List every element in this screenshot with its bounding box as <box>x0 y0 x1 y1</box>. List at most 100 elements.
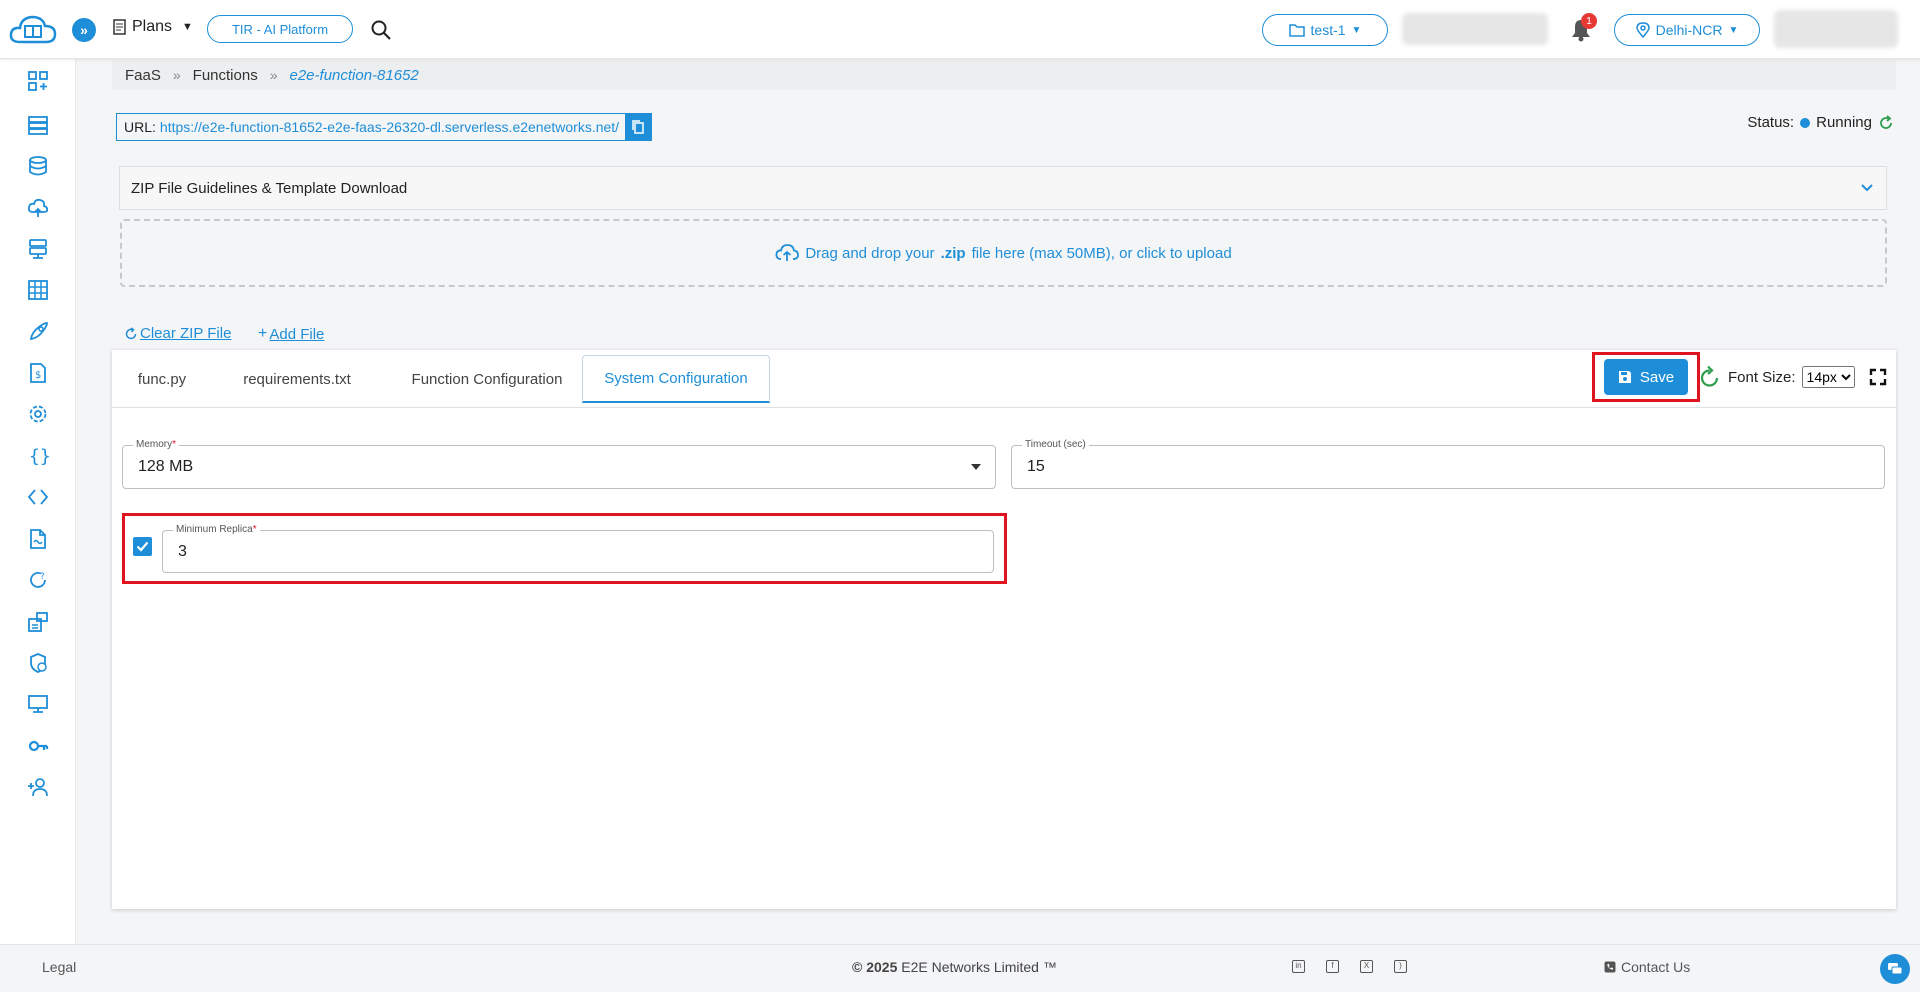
settings-icon[interactable] <box>26 402 50 426</box>
editor-card: func.py requirements.txt Function Config… <box>112 350 1896 909</box>
linkedin-icon[interactable]: in <box>1292 960 1305 973</box>
tab-system-configuration[interactable]: System Configuration <box>582 355 770 403</box>
plans-menu[interactable]: Plans ▼ <box>112 18 193 36</box>
breadcrumb-functions[interactable]: Functions <box>193 67 258 84</box>
reset-editor-icon[interactable] <box>1698 365 1722 389</box>
monitor-icon[interactable] <box>26 692 50 716</box>
dashboard-icon[interactable] <box>26 69 50 93</box>
svg-text:?: ? <box>40 572 45 582</box>
expand-sidebar-button[interactable]: » <box>72 18 96 42</box>
braces-icon[interactable]: {} <box>26 444 50 468</box>
project-label: test-1 <box>1310 22 1346 38</box>
storage-icon[interactable] <box>26 237 50 261</box>
blurred-user-menu[interactable] <box>1774 10 1898 48</box>
breadcrumb-separator: » <box>172 67 181 83</box>
add-file-label: Add File <box>269 325 325 343</box>
notification-count-badge: 1 <box>1581 13 1597 29</box>
add-user-icon[interactable] <box>26 775 50 799</box>
zip-guidelines-accordion[interactable]: ZIP File Guidelines & Template Download <box>119 166 1887 210</box>
search-icon[interactable] <box>370 19 392 41</box>
chevron-down-icon <box>1861 184 1873 192</box>
cloud-upload-icon[interactable] <box>26 196 50 220</box>
blurred-account-info <box>1402 13 1548 45</box>
zip-upload-dropzone[interactable]: Drag and drop your .zip file here (max 5… <box>120 219 1887 287</box>
svg-text:$: $ <box>35 370 41 381</box>
status-dot <box>1800 117 1811 128</box>
document-icon[interactable] <box>26 527 50 551</box>
timeout-value: 15 <box>1027 458 1045 475</box>
copy-icon <box>632 120 644 134</box>
breadcrumb-current: e2e-function-81652 <box>289 66 419 84</box>
legal-link[interactable]: Legal <box>42 959 76 975</box>
tab-function-configuration[interactable]: Function Configuration <box>392 350 582 408</box>
refresh-icon[interactable] <box>1878 114 1894 131</box>
refresh-question-icon[interactable]: ? <box>26 568 50 592</box>
tir-platform-button[interactable]: TIR - AI Platform <box>207 15 353 43</box>
code-icon[interactable] <box>26 485 50 509</box>
save-button[interactable]: Save <box>1604 359 1688 395</box>
dropzone-ext: .zip <box>940 244 966 262</box>
security-icon[interactable] <box>26 651 50 675</box>
breadcrumb-faas[interactable]: FaaS <box>125 67 161 84</box>
function-url-link[interactable]: https://e2e-function-81652-e2e-faas-2632… <box>156 119 625 135</box>
tab-func-py[interactable]: func.py <box>112 350 212 408</box>
plus-icon: + <box>258 325 268 342</box>
checkmark-icon <box>136 541 149 552</box>
facebook-icon[interactable]: f <box>1326 960 1339 973</box>
memory-select[interactable]: Memory* 128 MB <box>122 439 996 489</box>
font-size-select[interactable]: 14px <box>1801 366 1855 388</box>
copy-url-button[interactable] <box>625 114 652 140</box>
caret-down-icon: ▼ <box>182 21 193 33</box>
save-icon <box>1618 371 1631 383</box>
plans-label: Plans <box>132 18 173 35</box>
chat-icon <box>1888 963 1903 975</box>
e2e-logo-icon[interactable] <box>8 12 58 48</box>
memory-label: Memory* <box>133 439 180 450</box>
min-replica-checkbox[interactable] <box>133 537 152 556</box>
status-label: Status: <box>1747 114 1795 131</box>
caret-down-icon: ▼ <box>1728 24 1739 36</box>
region-label: Delhi-NCR <box>1655 22 1723 38</box>
svg-text:{}: {} <box>29 446 49 467</box>
contact-us-link[interactable]: Contact Us <box>1604 959 1690 975</box>
breadcrumb-separator: » <box>269 67 278 83</box>
grid-icon[interactable] <box>26 278 50 302</box>
fullscreen-icon[interactable] <box>1869 368 1887 386</box>
status-value: Running <box>1816 114 1872 131</box>
project-selector[interactable]: test-1 ▼ <box>1262 14 1388 46</box>
key-icon[interactable] <box>26 734 50 758</box>
timeout-field[interactable]: Timeout (sec) 15 <box>1011 439 1885 489</box>
function-status: Status: Running <box>1747 114 1894 131</box>
save-label: Save <box>1639 368 1675 386</box>
accordion-title: ZIP File Guidelines & Template Download <box>131 179 408 197</box>
network-icon[interactable] <box>26 610 50 634</box>
copyright: © 2025 E2E Networks Limited ™ <box>852 959 1057 975</box>
add-file-button[interactable]: + Add File <box>258 325 324 343</box>
timeout-label: Timeout (sec) <box>1022 439 1089 450</box>
min-replica-label: Minimum Replica* <box>173 524 260 535</box>
nodes-icon[interactable] <box>26 113 50 137</box>
folder-icon <box>1288 24 1305 37</box>
caret-down-icon <box>971 464 981 470</box>
min-replica-field[interactable]: Minimum Replica* 3 <box>162 524 994 573</box>
dropzone-prefix: Drag and drop your <box>805 244 935 262</box>
dropzone-suffix: file here (max 50MB), or click to upload <box>971 244 1232 262</box>
x-icon[interactable]: X <box>1360 960 1373 973</box>
rss-icon[interactable]: ) <box>1394 960 1407 973</box>
rocket-icon[interactable] <box>26 320 50 344</box>
top-bar: » Plans ▼ TIR - AI Platform test-1 ▼ 1 D… <box>0 0 1920 59</box>
caret-down-icon: ▼ <box>1351 24 1362 36</box>
memory-value: 128 MB <box>138 458 194 475</box>
clear-zip-label: Clear ZIP File <box>140 325 232 342</box>
plans-icon <box>113 19 126 35</box>
tab-requirements-txt[interactable]: requirements.txt <box>222 350 372 408</box>
clear-zip-button[interactable]: Clear ZIP File <box>124 325 231 342</box>
contact-label: Contact Us <box>1621 959 1691 975</box>
database-icon[interactable] <box>26 154 50 178</box>
billing-icon[interactable]: $ <box>26 361 50 385</box>
reset-icon <box>125 326 137 339</box>
social-links: in f X ) <box>1292 960 1407 973</box>
region-selector[interactable]: Delhi-NCR ▼ <box>1614 14 1760 46</box>
breadcrumb: FaaS » Functions » e2e-function-81652 <box>112 60 1896 90</box>
chat-button[interactable] <box>1880 954 1910 984</box>
